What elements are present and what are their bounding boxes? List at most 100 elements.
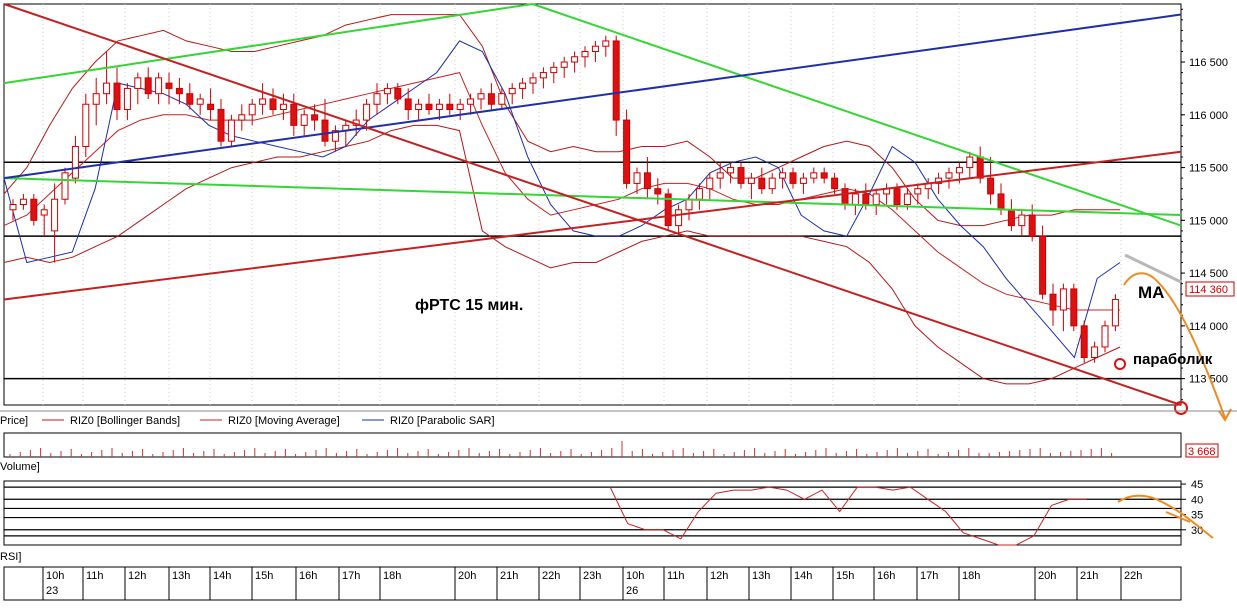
- candle-body: [363, 103, 371, 121]
- legend-volume: Volume]: [0, 461, 40, 473]
- candle-body: [675, 209, 683, 227]
- rsi-tick-label: 40: [1191, 494, 1203, 506]
- candle-body: [695, 188, 703, 200]
- candle-body: [872, 193, 880, 206]
- candle-body: [623, 119, 631, 184]
- legend-sar: RIZ0 [Parabolic SAR]: [390, 415, 495, 427]
- candle-body: [383, 87, 391, 95]
- candle-body: [82, 103, 90, 147]
- candle-body: [1039, 235, 1047, 295]
- candle-body: [1018, 214, 1026, 227]
- candle-body: [92, 93, 100, 105]
- chart-svg: 113 500114 000114 500115 000115 500116 0…: [0, 3, 1237, 601]
- candle-body: [103, 82, 111, 95]
- candle-body: [893, 188, 901, 205]
- candle-body: [810, 172, 818, 179]
- time-label: 11h: [86, 570, 104, 582]
- candle-body: [976, 156, 984, 179]
- rsi-tick-label: 45: [1191, 479, 1203, 491]
- candle-body: [643, 172, 651, 190]
- candle-body: [508, 87, 516, 95]
- legend-ma: RIZ0 [Moving Average]: [228, 415, 340, 427]
- candle-body: [820, 172, 828, 179]
- time-label: 17h: [342, 570, 360, 582]
- candle-body: [779, 172, 787, 179]
- legend-price: Price]: [0, 415, 28, 427]
- time-label: 14h: [213, 570, 231, 582]
- candle-body: [19, 198, 27, 205]
- candle-body: [446, 103, 454, 111]
- date-label: 23: [46, 585, 58, 597]
- candle-body: [40, 209, 48, 216]
- candle-body: [248, 103, 256, 116]
- candle-body: [560, 61, 568, 68]
- candle-body: [1059, 288, 1067, 311]
- time-label: 17h: [920, 570, 938, 582]
- candle-body: [862, 193, 870, 206]
- candle-body: [1028, 214, 1036, 237]
- candle-body: [987, 177, 995, 195]
- time-label: 12h: [710, 570, 728, 582]
- candle-body: [966, 156, 974, 169]
- candle-body: [519, 82, 527, 89]
- chart-root: 113 500 114 000 114 500 115 000 115 500 116 0…: [0, 0, 1237, 603]
- candle-body: [768, 177, 776, 190]
- candle-body: [633, 172, 641, 184]
- candle-body: [581, 50, 589, 58]
- candle-body: [238, 114, 246, 121]
- candle-body: [799, 177, 807, 184]
- candle-body: [51, 198, 59, 232]
- candle-body: [456, 103, 464, 111]
- candle-body: [467, 98, 475, 105]
- candle-body: [165, 82, 173, 89]
- candle-body: [706, 177, 714, 190]
- candle-body: [498, 93, 506, 105]
- candle-body: [487, 93, 495, 105]
- rsi-tick-label: 35: [1191, 510, 1203, 522]
- volume-panel: [3, 432, 1182, 458]
- candle-body: [113, 82, 121, 111]
- candle-body: [727, 167, 735, 174]
- candle-body: [279, 103, 287, 111]
- time-label: 22h: [542, 570, 560, 582]
- last-volume-label: 3 668: [1188, 446, 1216, 458]
- candle-body: [612, 40, 620, 121]
- candle-body: [529, 77, 537, 84]
- candle-body: [477, 93, 485, 100]
- candle-body: [373, 93, 381, 105]
- candle-body: [134, 77, 142, 89]
- candle-body: [914, 188, 922, 195]
- candle-body: [1070, 288, 1078, 327]
- y-tick-label: 115 000: [1189, 215, 1228, 227]
- candle-body: [144, 77, 152, 95]
- candle-body: [997, 193, 1005, 211]
- candle-body: [685, 198, 693, 211]
- y-tick-label: 116 000: [1189, 110, 1228, 122]
- candle-body: [571, 56, 579, 63]
- candle-body: [955, 167, 963, 174]
- candle-body: [186, 93, 194, 105]
- y-tick-label: 114 000: [1189, 321, 1228, 333]
- y-tick-label: 115 500: [1189, 163, 1228, 175]
- time-label: 13h: [752, 570, 770, 582]
- candle-body: [747, 177, 755, 184]
- candle-body: [394, 87, 402, 100]
- time-label: 21h: [1080, 570, 1098, 582]
- time-label: 16h: [877, 570, 895, 582]
- time-label: 13h: [172, 570, 190, 582]
- candle-body: [61, 172, 69, 200]
- time-label: 20h: [458, 570, 476, 582]
- candle-body: [435, 103, 443, 111]
- candle-body: [415, 103, 423, 111]
- candle-body: [654, 188, 662, 195]
- candle-body: [737, 167, 745, 184]
- chart-title: фРТС 15 мин.: [415, 297, 523, 314]
- candle-body: [1049, 293, 1057, 311]
- candle-body: [591, 45, 599, 52]
- y-tick-label: 116 500: [1189, 57, 1228, 69]
- candle-body: [30, 198, 38, 221]
- time-label: 20h: [1038, 570, 1056, 582]
- candle-body: [539, 72, 547, 79]
- candle-body: [227, 119, 235, 142]
- time-label: 15h: [836, 570, 854, 582]
